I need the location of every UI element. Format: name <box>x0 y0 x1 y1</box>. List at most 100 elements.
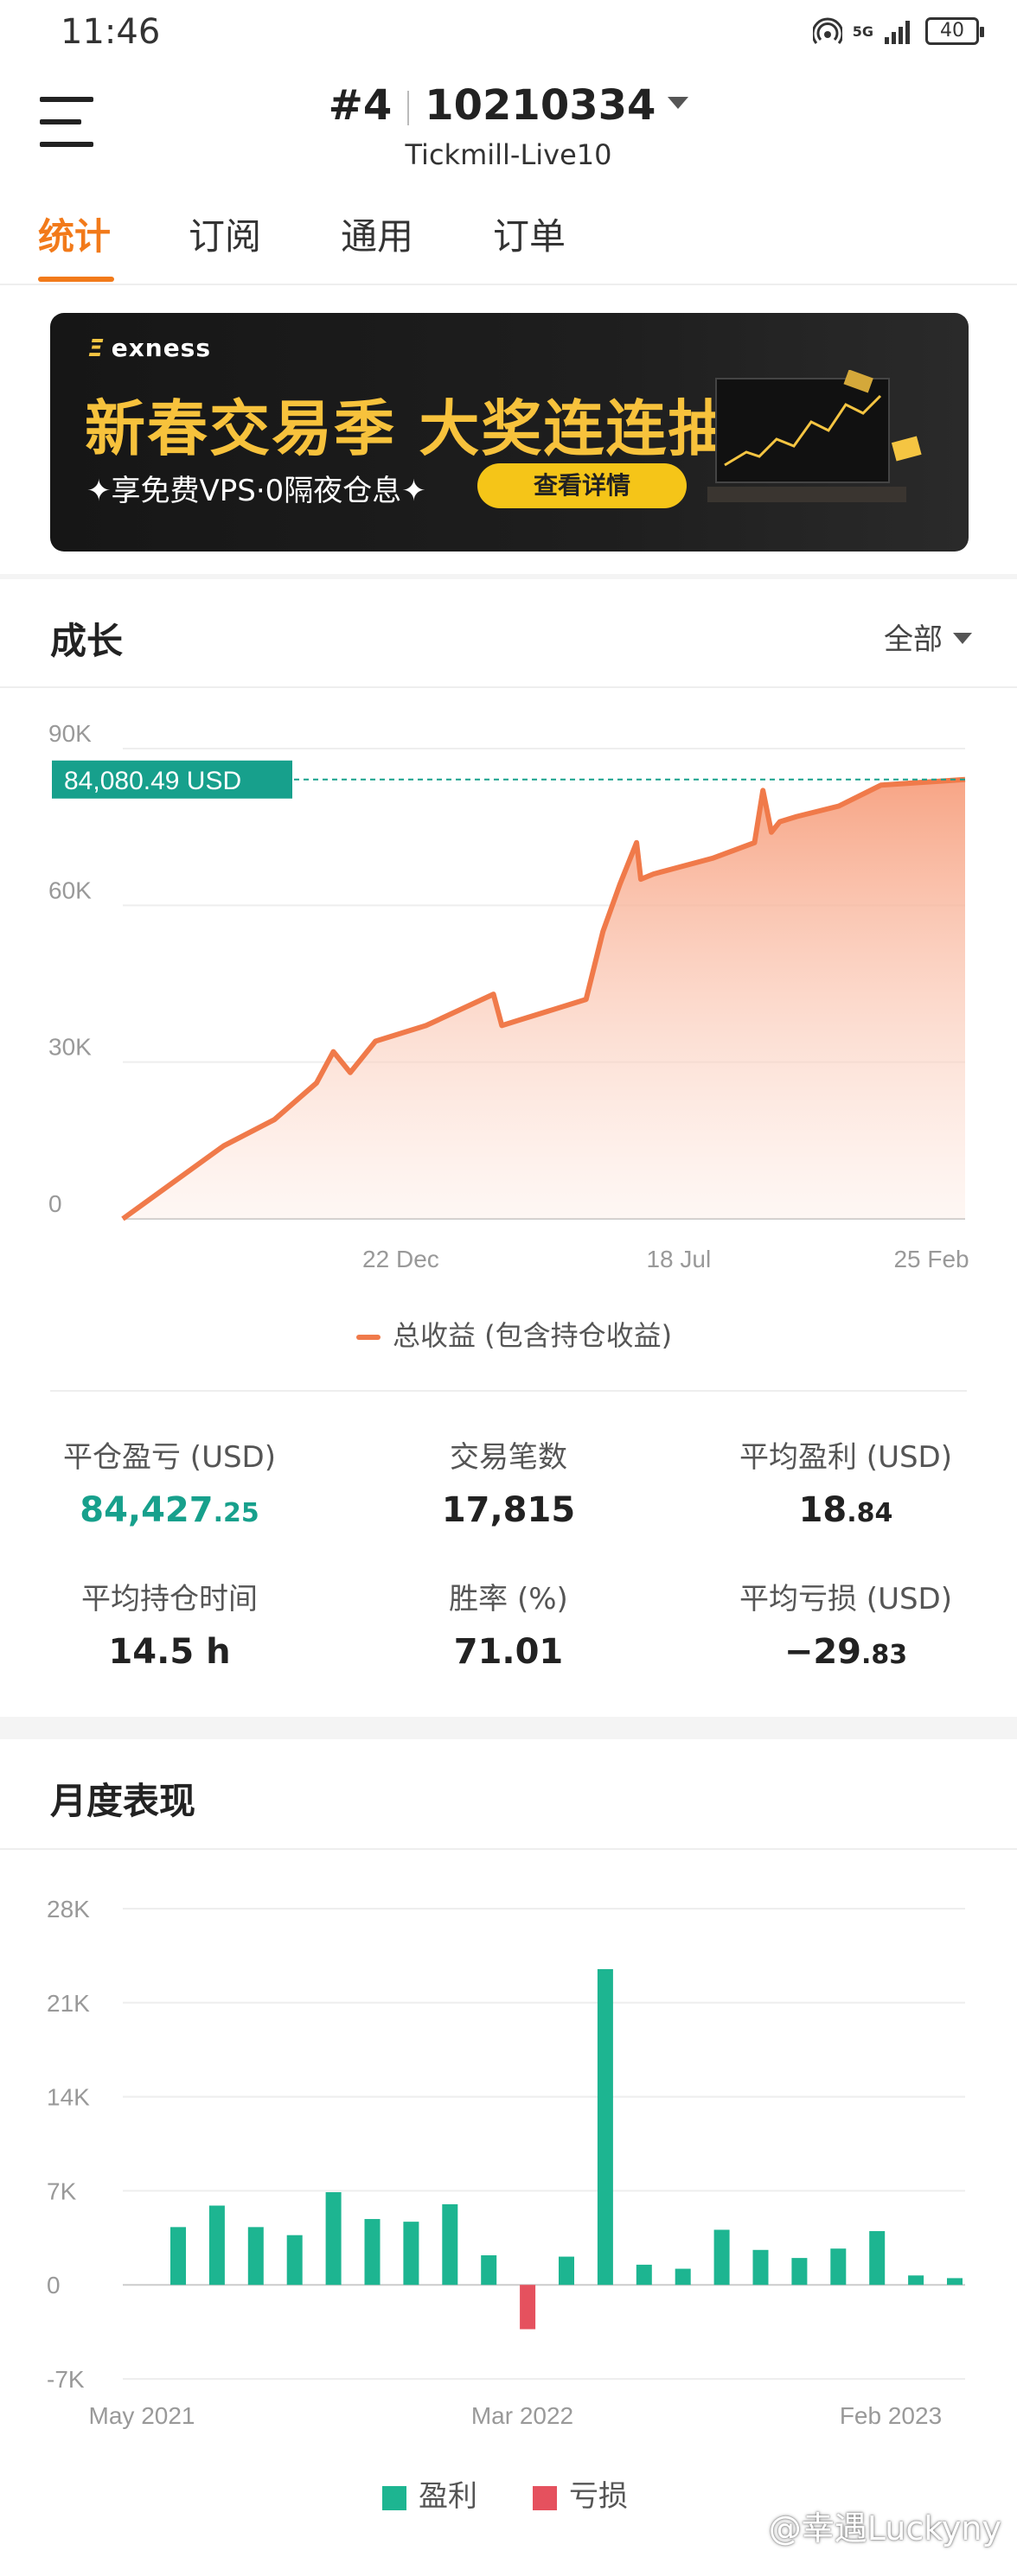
range-selector[interactable]: 全部 <box>884 615 972 658</box>
profit-bar <box>364 2219 381 2286</box>
profit-bar <box>636 2264 652 2286</box>
profit-bar <box>442 2203 458 2286</box>
legend-swatch-loss <box>533 2485 557 2510</box>
profit-bar <box>325 2191 342 2286</box>
y-tick-label: 0 <box>47 2272 61 2299</box>
server-name: Tickmill-Live10 <box>405 138 612 171</box>
promo-banner[interactable]: Ξexness 新春交易季 大奖连连抽 ✦享免费VPS·0隔夜仓息✦ 查看详情 <box>50 313 969 552</box>
hotspot-icon <box>812 17 842 44</box>
avg-loss-int: −29 <box>784 1632 862 1672</box>
profit-bar <box>170 2227 186 2286</box>
growth-title: 成长 <box>50 620 124 662</box>
tab-orders[interactable]: 订单 <box>493 207 566 260</box>
closed-pl-label: 平仓盈亏 (USD) <box>63 1440 276 1475</box>
banner-tv-illustration <box>707 370 922 502</box>
profit-bar <box>908 2275 924 2286</box>
profit-bar <box>675 2268 691 2286</box>
x-tick-label: 18 Jul <box>646 1246 711 1272</box>
avg-profit-label: 平均盈利 (USD) <box>739 1440 952 1475</box>
banner-headline: 新春交易季 大奖连连抽 <box>85 393 731 464</box>
x-tick-label: 25 Feb <box>893 1246 969 1272</box>
avg-loss-value: −29.83 <box>699 1632 993 1672</box>
y-tick-label: 0 <box>48 1190 62 1217</box>
profit-bar <box>597 1968 613 2286</box>
profit-bar <box>481 2255 497 2286</box>
tab-general[interactable]: 通用 <box>341 207 413 260</box>
profit-bar <box>947 2278 963 2286</box>
battery-icon: 40 <box>925 17 984 45</box>
current-value-label: 84,080.49 USD <box>64 767 241 795</box>
x-tick-label: Mar 2022 <box>471 2402 573 2429</box>
account-selector[interactable]: #4 10210334 <box>0 81 1017 130</box>
profit-bar <box>869 2231 886 2286</box>
legend-label-growth: 总收益 (包含持仓收益) <box>393 1319 673 1352</box>
y-tick-label: 14K <box>47 2084 90 2111</box>
y-tick-label: 7K <box>47 2177 77 2204</box>
chevron-down-icon <box>668 97 689 109</box>
status-bar: 11:46 5G 40 <box>0 0 1017 62</box>
active-tab-indicator <box>38 277 114 282</box>
trades-label: 交易笔数 <box>450 1440 567 1475</box>
tab-bar: 统计 订阅 通用 订单 <box>0 207 1017 285</box>
banner-subtitle: ✦享免费VPS·0隔夜仓息✦ <box>86 474 426 508</box>
legend-swatch-growth <box>356 1335 381 1340</box>
monthly-title: 月度表现 <box>50 1780 196 1822</box>
profit-bar <box>286 2235 303 2286</box>
loss-bar <box>520 2285 536 2330</box>
avg-loss-dec: .83 <box>861 1640 908 1670</box>
divider <box>0 1848 1017 1850</box>
y-tick-label: 90K <box>48 720 92 747</box>
y-tick-label: 60K <box>48 877 92 903</box>
section-divider <box>0 1717 1017 1739</box>
legend-label-profit: 盈利 <box>419 2479 477 2514</box>
legend-loss: 亏损 <box>533 2472 628 2515</box>
account-id: 10210334 <box>425 81 656 130</box>
network-type-icon: 5G <box>852 22 873 40</box>
avg-profit-value: 18.84 <box>699 1490 993 1530</box>
growth-legend: 总收益 (包含持仓收益) <box>356 1314 672 1354</box>
profit-bar <box>208 2205 225 2286</box>
avg-profit-int: 18 <box>798 1490 848 1530</box>
legend-profit: 盈利 <box>382 2472 477 2515</box>
divider <box>0 686 1017 688</box>
legend-swatch-profit <box>382 2485 406 2510</box>
x-tick-label: Feb 2023 <box>840 2402 942 2429</box>
growth-area <box>123 779 965 1219</box>
monthly-chart: -7K 0 7K 14K 21K 28K May 2021 Mar 2022 Feb 2023 <box>47 1896 965 2429</box>
exness-logo-icon: Ξ <box>88 334 105 362</box>
closed-pl-int: 84,427 <box>80 1490 214 1530</box>
closed-pl-dec: .25 <box>213 1498 259 1528</box>
y-tick-label: -7K <box>47 2366 85 2393</box>
winrate-value: 71.01 <box>453 1632 564 1672</box>
avg-loss-label: 平均亏损 (USD) <box>739 1582 952 1616</box>
range-selector-label: 全部 <box>884 622 943 657</box>
divider <box>50 1390 967 1392</box>
section-divider <box>0 574 1017 579</box>
banner-brand-name: exness <box>111 334 212 362</box>
y-tick-label: 30K <box>48 1034 92 1061</box>
banner-cta-button[interactable]: 查看详情 <box>477 463 687 508</box>
avg-hold-label: 平均持仓时间 <box>81 1582 258 1616</box>
x-tick-label: 22 Dec <box>362 1246 439 1272</box>
current-value-marker: 84,080.49 USD <box>52 760 292 799</box>
profit-bar <box>830 2248 847 2286</box>
avg-hold-value: 14.5 h <box>108 1632 231 1672</box>
chevron-down-icon <box>953 633 972 644</box>
status-icons: 5G 40 <box>812 12 984 50</box>
closed-pl-value: 84,427.25 <box>22 1490 317 1530</box>
avg-profit-dec: .84 <box>847 1498 893 1528</box>
signal-icon <box>885 21 910 44</box>
tab-stats[interactable]: 统计 <box>38 207 111 260</box>
watermark: @幸遇Luckyny <box>768 2509 1001 2547</box>
tab-subscribe[interactable]: 订阅 <box>189 207 261 260</box>
clock: 11:46 <box>61 12 161 52</box>
profit-bar <box>713 2229 730 2286</box>
profit-bar <box>559 2256 574 2286</box>
profit-bar <box>247 2227 264 2286</box>
banner-brand: Ξexness <box>88 334 211 362</box>
profit-bar <box>403 2222 419 2286</box>
profit-bar <box>752 2249 769 2286</box>
y-tick-label: 21K <box>47 1990 90 2017</box>
title-divider <box>407 91 410 125</box>
y-tick-label: 28K <box>47 1896 90 1922</box>
